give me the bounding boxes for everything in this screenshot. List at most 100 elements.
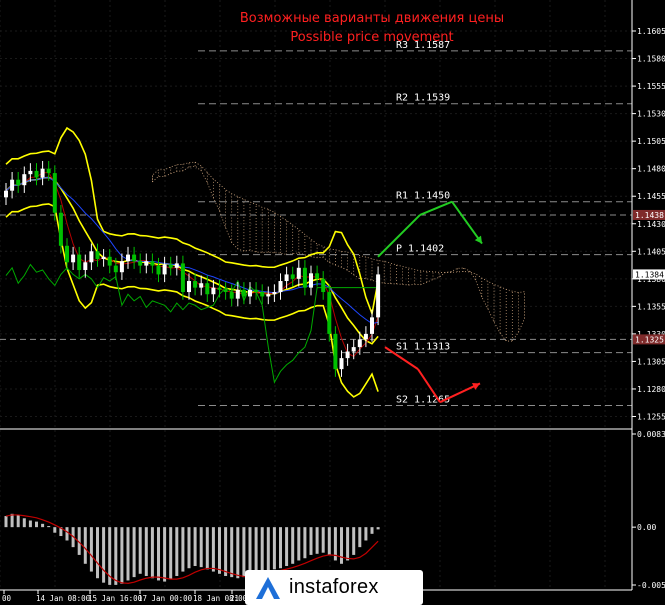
histogram-bar [260,527,264,572]
histogram-bar [193,527,197,567]
histogram-bar [96,527,99,579]
candle-body [174,263,179,268]
candle-body [217,287,222,290]
candle-body [278,281,283,293]
histogram-bar [352,527,356,555]
time-tick-label: 14 Jan 08:00 [36,594,91,603]
candle-body [144,261,149,266]
candle-body [132,254,137,262]
histogram-bar [358,527,362,548]
candle-body [40,168,45,178]
price-tick-label: 1.1605 [637,27,665,36]
histogram-bar [102,527,106,583]
pivot-level-label: R2 1.1539 [396,93,450,104]
forecast-up-arrow-segment [419,200,453,216]
histogram-bar [370,527,374,534]
kijun-line [5,176,379,325]
histogram-bar [236,527,240,579]
histogram-bar [364,527,368,541]
histogram-bar [4,516,8,528]
candle-body [290,274,295,279]
candle-body [376,274,381,318]
histogram-bar [376,527,380,530]
candle-body [321,278,326,293]
forecast-up-arrow-head [474,235,482,244]
time-axis: 00 14 Jan 08:0015 Jan 16:0017 Jan 00:00 18… [2,590,257,603]
time-tick-label: 00 [2,594,12,603]
histogram-bar [242,527,246,578]
candle-body [339,358,344,370]
histogram-bar [16,514,20,528]
price-tag-label: 1.1325 [635,335,664,344]
osc-tick-label: 0.00839 [637,430,665,439]
histogram-bar [224,527,228,577]
ichimoku-cloud [151,161,525,342]
histogram-bar [211,527,215,572]
histogram-bar [266,527,270,571]
candle-body [16,179,21,186]
price-tick-label: 1.1430 [637,220,665,229]
candle-body [187,281,191,293]
pivot-level-label: P 1.1402 [396,244,444,255]
price-tick-label: 1.1405 [637,247,665,256]
time-tick-label: 15 Jan 16:00 [88,594,143,603]
candle-body [126,254,130,262]
osc-tick-label: -0.00521 [637,581,665,590]
chart-window: R3 1.1587 R2 1.1539 R1 1.1450 P 1.1402 S1 1.… [0,0,665,605]
cloud-outline [151,161,525,342]
histogram-bar [346,527,350,561]
candle-body [211,287,216,295]
histogram-bar [41,523,45,528]
histogram-bar [303,527,307,559]
candle-body [28,170,33,175]
candle-body [351,347,356,352]
candle-body [89,251,94,263]
candle-body [327,292,332,334]
histogram-bar [163,527,167,582]
histogram-bar [83,527,87,564]
candle-body [248,289,252,297]
candle-body [272,292,277,295]
forecast-arrows [377,200,483,404]
pivot-level-label: S2 1.1265 [396,394,450,405]
instaforex-logo: instaforex [245,570,423,605]
candle-body [71,254,76,263]
price-tick-label: 1.1455 [637,192,665,201]
candle-body [284,274,289,282]
histogram-bar [53,527,57,533]
histogram-bar [321,527,325,553]
candle-body [193,281,198,288]
price-tick-label: 1.1580 [637,55,665,64]
histogram-bar [89,527,93,572]
candle-body [77,254,82,271]
candle-body [241,289,246,297]
price-tick-label: 1.1280 [637,385,665,394]
candle-body [229,292,234,299]
histogram-bar [175,527,179,577]
candle-body [302,267,307,288]
price-tick-label: 1.1505 [637,137,665,146]
histogram-bar [187,527,191,569]
candle-body [10,179,15,191]
candle-body [83,262,88,271]
candle-body [22,174,27,186]
histogram-bar [47,526,51,528]
candle-body [309,273,313,288]
candle-body [205,283,210,295]
tenkan-line [5,172,379,358]
histogram-bar [35,521,38,528]
candle-body [150,261,155,266]
histogram-bar [28,520,32,528]
histogram-bar [10,513,14,528]
candle-body [34,170,39,178]
histogram-bar [150,527,154,579]
histogram-bar [340,527,343,564]
candle-body [199,283,204,288]
histogram-bar [230,527,234,578]
osc-tick-label: 0.00 [637,523,656,532]
candle-body [107,256,112,266]
candle-body [223,289,228,293]
price-axis: 1.1605 1.1580 1.1555 1.1530 1.1505 1.1480 1.14… [0,0,665,591]
chart-title: Возможные варианты движения цены [240,11,504,26]
candle-body [65,245,69,263]
